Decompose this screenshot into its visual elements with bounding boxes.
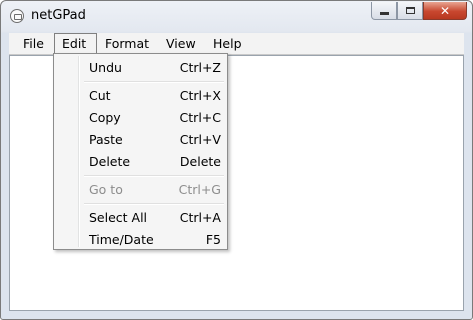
menu-item-label: Time/Date	[89, 232, 154, 247]
menu-item-label: Paste	[89, 132, 123, 147]
menu-edit[interactable]: Edit	[54, 33, 97, 54]
menu-item-label: Select All	[89, 210, 148, 225]
menu-item-shortcut: Ctrl+G	[178, 182, 221, 197]
close-button[interactable]: ✕	[423, 2, 467, 20]
menu-separator	[84, 203, 224, 205]
title-bar[interactable]: netGPad ✕	[1, 1, 472, 31]
menu-separator	[84, 175, 224, 177]
edit-dropdown-menu: Undu Ctrl+Z Cut Ctrl+X Copy Ctrl+C Paste…	[53, 53, 228, 250]
menu-bar: File Edit Format View Help	[9, 33, 464, 55]
menu-item-undo[interactable]: Undu Ctrl+Z	[56, 57, 225, 77]
menu-file[interactable]: File	[23, 33, 44, 54]
maximize-icon	[405, 7, 415, 14]
menu-separator	[84, 81, 224, 83]
menu-item-cut[interactable]: Cut Ctrl+X	[56, 85, 225, 105]
menu-item-go-to: Go to Ctrl+G	[56, 179, 225, 199]
menu-item-label: Go to	[89, 182, 123, 197]
menu-item-shortcut: Ctrl+A	[179, 210, 221, 225]
menu-item-shortcut: Ctrl+C	[179, 110, 221, 125]
menu-item-label: Delete	[89, 154, 131, 169]
menu-item-shortcut: Ctrl+X	[179, 88, 221, 103]
caption-buttons: ✕	[371, 2, 467, 22]
menu-item-label: Undu	[89, 60, 122, 75]
menu-item-delete[interactable]: Delete Delete	[56, 151, 225, 171]
menu-item-label: Cut	[89, 88, 111, 103]
menu-item-copy[interactable]: Copy Ctrl+C	[56, 107, 225, 127]
minimize-icon	[379, 11, 389, 15]
menu-view[interactable]: View	[166, 33, 196, 54]
minimize-button[interactable]	[371, 2, 397, 20]
menu-item-select-all[interactable]: Select All Ctrl+A	[56, 207, 225, 227]
menu-item-time-date[interactable]: Time/Date F5	[56, 229, 225, 249]
window-title: netGPad	[31, 8, 86, 23]
menu-item-shortcut: Ctrl+V	[179, 132, 221, 147]
menu-item-shortcut: F5	[205, 232, 221, 247]
menu-help[interactable]: Help	[213, 33, 242, 54]
menu-item-shortcut: Ctrl+Z	[179, 60, 221, 75]
menu-item-shortcut: Delete	[179, 154, 221, 169]
menu-item-paste[interactable]: Paste Ctrl+V	[56, 129, 225, 149]
maximize-button[interactable]	[397, 2, 423, 20]
menu-item-label: Copy	[89, 110, 121, 125]
notepad-app-icon[interactable]	[10, 9, 24, 23]
menu-format[interactable]: Format	[105, 33, 149, 54]
close-icon: ✕	[439, 3, 451, 18]
